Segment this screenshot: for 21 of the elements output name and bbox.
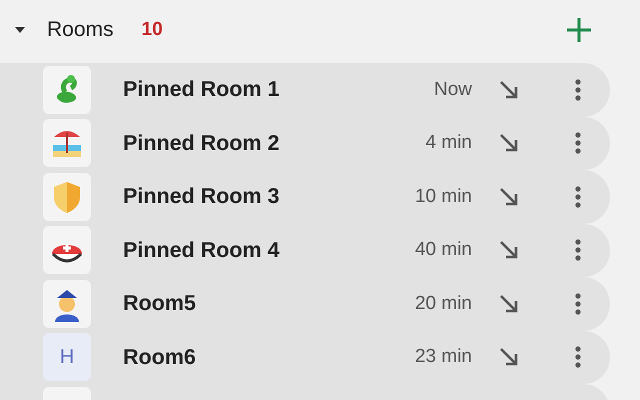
room-name: Pinned Room 4 [123,238,280,263]
room-name: Pinned Room 2 [123,130,280,156]
room-list-item[interactable]: Pinned Room 2 4 min [0,116,610,170]
room-avatar: H [43,333,91,382]
last-activity-time: 40 min [414,239,472,262]
room-list-item[interactable]: Room5 20 min [0,277,610,330]
last-activity-time: 20 min [414,292,472,315]
last-activity-time: 4 min [426,132,472,154]
room-list-item[interactable]: Pinned Room 4 40 min [0,224,610,277]
room-name: Room5 [123,291,196,316]
unread-count: 10 [142,19,163,41]
last-activity-time: 10 min [414,186,472,208]
last-activity-time: 23 min [414,346,472,368]
room-name: Room6 [123,344,196,370]
room-list-item[interactable]: Pinned Room 1 Now [0,63,610,116]
room-list-item[interactable]: Pinned Room 3 10 min [0,170,610,224]
room-name: Pinned Room 1 [123,77,280,102]
section-title: Rooms [47,18,114,42]
room-list-item[interactable]: H Room6 23 min [0,330,610,384]
last-activity-time: Now [434,78,472,101]
room-name: Pinned Room 3 [123,184,280,210]
